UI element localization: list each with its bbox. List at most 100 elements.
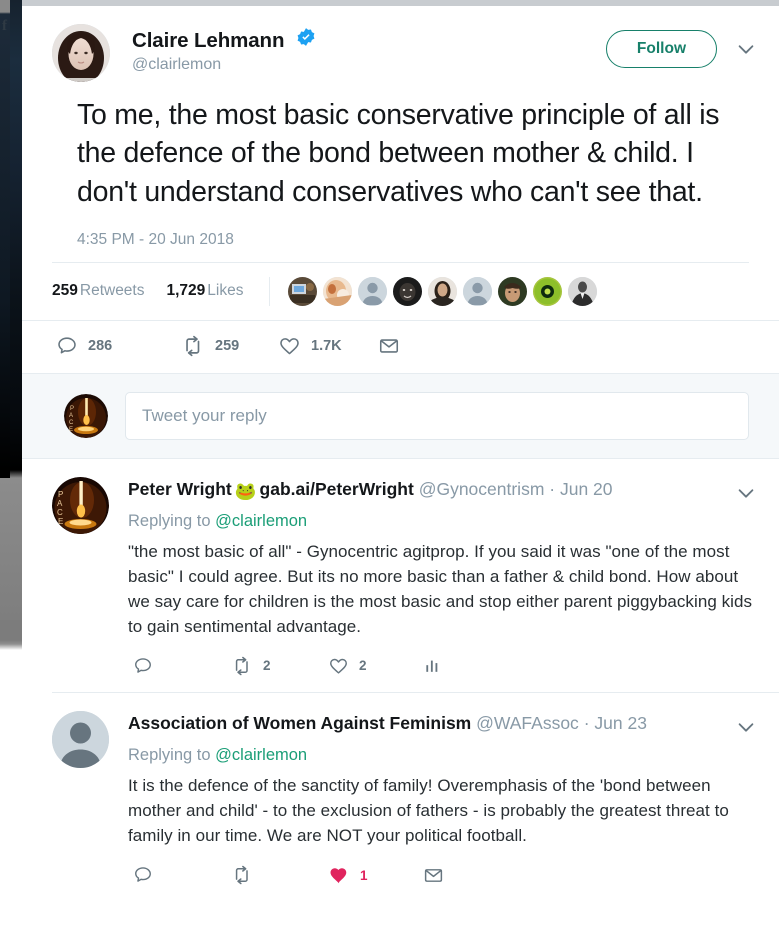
tweet-text: To me, the most basic conservative princ… bbox=[77, 99, 720, 208]
share-action[interactable] bbox=[423, 865, 444, 886]
default-person-avatar bbox=[52, 710, 109, 768]
like-count: 2 bbox=[359, 658, 367, 674]
analytics-bars-icon bbox=[426, 660, 438, 672]
tweet-timestamp[interactable]: 4:35 PM - 20 Jun 2018 bbox=[22, 211, 779, 249]
envelope-icon bbox=[424, 868, 443, 882]
facepile-avatar[interactable] bbox=[568, 276, 598, 306]
reply-bubble-icon bbox=[58, 337, 76, 354]
reply-author-name[interactable]: Peter Wright bbox=[128, 479, 232, 499]
retweet-icon bbox=[235, 866, 248, 885]
envelope-icon bbox=[379, 339, 399, 353]
retweet-icon bbox=[186, 335, 200, 357]
svg-text:E: E bbox=[58, 517, 63, 526]
composer-avatar[interactable]: P A C E bbox=[64, 393, 108, 438]
like-action[interactable]: 1.7K bbox=[278, 335, 378, 357]
facepile bbox=[269, 276, 603, 306]
facepile-avatar[interactable] bbox=[463, 276, 493, 306]
facepile-avatar[interactable] bbox=[358, 276, 388, 306]
reply-action[interactable] bbox=[133, 865, 231, 885]
likes-stat[interactable]: 1,729 Likes bbox=[167, 282, 244, 300]
author-name-block: Claire Lehmann @clairlemon bbox=[132, 24, 606, 74]
reply-action[interactable]: 286 bbox=[56, 335, 181, 357]
display-name: Claire Lehmann bbox=[132, 28, 285, 52]
background-strip-tail bbox=[0, 620, 22, 933]
facepile-avatar[interactable] bbox=[498, 276, 528, 306]
share-action[interactable] bbox=[378, 335, 400, 357]
reply-item: Association of Women Against Feminism @W… bbox=[22, 693, 779, 902]
like-action[interactable]: 2 bbox=[328, 656, 423, 676]
retweet-icon bbox=[235, 656, 248, 676]
verified-badge-icon bbox=[296, 27, 316, 52]
svg-text:P: P bbox=[58, 490, 63, 499]
analytics-action[interactable] bbox=[423, 656, 443, 676]
reply-bubble-icon bbox=[135, 658, 151, 673]
replying-to-label: Replying to bbox=[128, 511, 211, 530]
retweets-stat[interactable]: 259 Retweets bbox=[52, 282, 145, 300]
candle-avatar: P A C E bbox=[64, 393, 108, 438]
chevron-down-icon[interactable] bbox=[733, 36, 759, 62]
reply-author-name[interactable]: Association of Women Against Feminism bbox=[128, 713, 471, 733]
reply-author-line: Association of Women Against Feminism @W… bbox=[128, 713, 723, 734]
reply-item: P A C E Peter Wright 🐸 gab.ai/PeterWright … bbox=[22, 459, 779, 692]
tweet-stats-row: 259 Retweets 1,729 Likes bbox=[22, 263, 779, 320]
page-root: f Claire Lehmann @clairlemon Follow To m… bbox=[0, 0, 779, 933]
retweet-action[interactable]: 2 bbox=[231, 656, 328, 676]
facepile-avatar[interactable] bbox=[393, 276, 423, 306]
retweets-label: Retweets bbox=[79, 282, 145, 300]
retweet-count: 259 bbox=[215, 337, 240, 354]
reply-headline: Association of Women Against Feminism @W… bbox=[128, 713, 759, 739]
facepile-avatar[interactable] bbox=[533, 276, 563, 306]
svg-text:A: A bbox=[57, 499, 63, 508]
author-handle[interactable]: @clairlemon bbox=[132, 56, 606, 74]
retweet-count: 2 bbox=[263, 658, 271, 674]
reply-avatar[interactable]: P A C E bbox=[52, 476, 109, 534]
svg-text:C: C bbox=[69, 420, 74, 426]
background-gradient bbox=[0, 0, 10, 478]
reply-text: It is the defence of the sanctity of fam… bbox=[128, 775, 729, 845]
replying-to-label: Replying to bbox=[128, 745, 211, 764]
author-avatar-image bbox=[52, 24, 110, 82]
reply-actions: 1 bbox=[128, 849, 759, 902]
reply-avatar[interactable] bbox=[52, 710, 109, 768]
reply-headline: Peter Wright 🐸 gab.ai/PeterWright @Gynocen… bbox=[128, 479, 759, 505]
chevron-down-icon[interactable] bbox=[733, 713, 759, 739]
tweet-actions: 286 259 1.7K bbox=[22, 321, 779, 373]
facepile-avatar[interactable] bbox=[288, 276, 318, 306]
reply-action[interactable] bbox=[133, 656, 231, 676]
reply-input[interactable] bbox=[125, 391, 749, 440]
retweet-action[interactable]: 259 bbox=[181, 335, 278, 357]
svg-text:A: A bbox=[69, 413, 73, 419]
avatar[interactable] bbox=[52, 24, 110, 82]
reply-author-handle[interactable]: @Gynocentrism bbox=[419, 479, 545, 499]
reply-actions: 2 2 bbox=[128, 640, 759, 692]
svg-text:E: E bbox=[69, 427, 73, 433]
likes-label: Likes bbox=[207, 282, 244, 300]
like-count: 1 bbox=[360, 867, 368, 883]
facepile-avatar[interactable] bbox=[323, 276, 353, 306]
tweet-card: Claire Lehmann @clairlemon Follow To me,… bbox=[22, 6, 779, 933]
reply-date[interactable]: Jun 20 bbox=[560, 479, 613, 499]
follow-button[interactable]: Follow bbox=[605, 30, 717, 68]
separator-dot: · bbox=[583, 712, 590, 733]
reply-author-handle[interactable]: @WAFAssoc bbox=[476, 713, 579, 733]
candle-avatar: P A C E bbox=[52, 476, 109, 534]
heart-outline-icon bbox=[330, 658, 347, 674]
heart-filled-icon bbox=[330, 868, 347, 884]
replying-to: Replying to @clairlemon bbox=[128, 512, 759, 531]
replying-to-mention[interactable]: @clairlemon bbox=[215, 512, 307, 530]
reply-body: Association of Women Against Feminism @W… bbox=[128, 711, 759, 902]
replying-to-mention[interactable]: @clairlemon bbox=[215, 746, 307, 764]
header-actions: Follow bbox=[605, 24, 759, 68]
separator-dot: · bbox=[549, 478, 556, 499]
svg-text:P: P bbox=[70, 406, 74, 412]
facepile-avatar[interactable] bbox=[428, 276, 458, 306]
reply-body: Peter Wright 🐸 gab.ai/PeterWright @Gynocen… bbox=[128, 477, 759, 692]
like-action[interactable]: 1 bbox=[328, 865, 423, 886]
tweet-header: Claire Lehmann @clairlemon Follow bbox=[22, 6, 779, 82]
retweet-action[interactable] bbox=[231, 865, 328, 885]
heart-outline-icon bbox=[280, 338, 299, 355]
reply-author-line: Peter Wright 🐸 gab.ai/PeterWright @Gynocen… bbox=[128, 479, 723, 502]
likes-count: 1,729 bbox=[166, 282, 206, 300]
chevron-down-icon[interactable] bbox=[733, 479, 759, 505]
reply-date[interactable]: Jun 23 bbox=[594, 713, 647, 733]
